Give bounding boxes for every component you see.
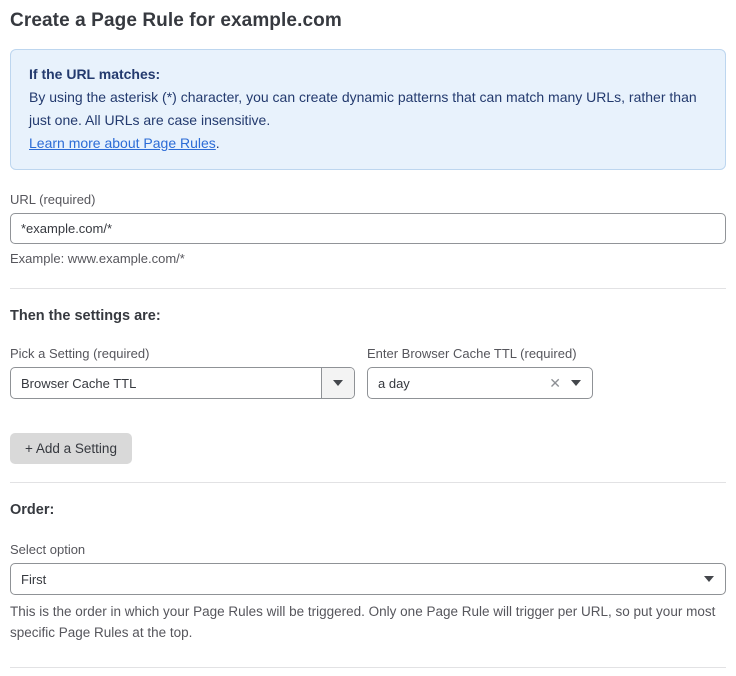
add-setting-button[interactable]: + Add a Setting (10, 433, 132, 464)
clear-icon[interactable]: ✕ (545, 376, 571, 390)
chevron-down-icon[interactable] (704, 576, 725, 582)
settings-section-heading: Then the settings are: (10, 308, 726, 324)
order-value: First (11, 572, 704, 587)
divider (10, 667, 726, 668)
url-example-helper: Example: www.example.com/* (10, 251, 726, 266)
info-box-link-line: Learn more about Page Rules. (29, 132, 707, 155)
order-helper-text: This is the order in which your Page Rul… (10, 601, 726, 643)
learn-more-link[interactable]: Learn more about Page Rules (29, 135, 216, 151)
pick-setting-value: Browser Cache TTL (11, 376, 321, 391)
ttl-value: a day (368, 376, 545, 391)
ttl-select[interactable]: a day ✕ (367, 367, 593, 399)
divider (10, 288, 726, 289)
divider (10, 482, 726, 483)
order-section-heading: Order: (10, 502, 726, 518)
url-match-info-box: If the URL matches: By using the asteris… (10, 49, 726, 170)
pick-setting-label: Pick a Setting (required) (10, 346, 355, 361)
url-field-label: URL (required) (10, 192, 726, 207)
pick-setting-select[interactable]: Browser Cache TTL (10, 367, 355, 399)
link-suffix: . (216, 135, 220, 151)
order-select-label: Select option (10, 542, 726, 557)
info-box-body: By using the asterisk (*) character, you… (29, 86, 707, 132)
ttl-column: Enter Browser Cache TTL (required) a day… (367, 324, 593, 399)
order-select[interactable]: First (10, 563, 726, 595)
chevron-down-icon[interactable] (571, 380, 592, 386)
url-input[interactable] (10, 213, 726, 244)
ttl-label: Enter Browser Cache TTL (required) (367, 346, 593, 361)
pick-setting-column: Pick a Setting (required) Browser Cache … (10, 324, 355, 399)
info-box-heading: If the URL matches: (29, 63, 707, 86)
settings-row: Pick a Setting (required) Browser Cache … (10, 324, 726, 399)
page-rule-form: Create a Page Rule for example.com If th… (0, 0, 736, 676)
chevron-down-icon[interactable] (321, 368, 354, 398)
page-title: Create a Page Rule for example.com (10, 10, 726, 32)
